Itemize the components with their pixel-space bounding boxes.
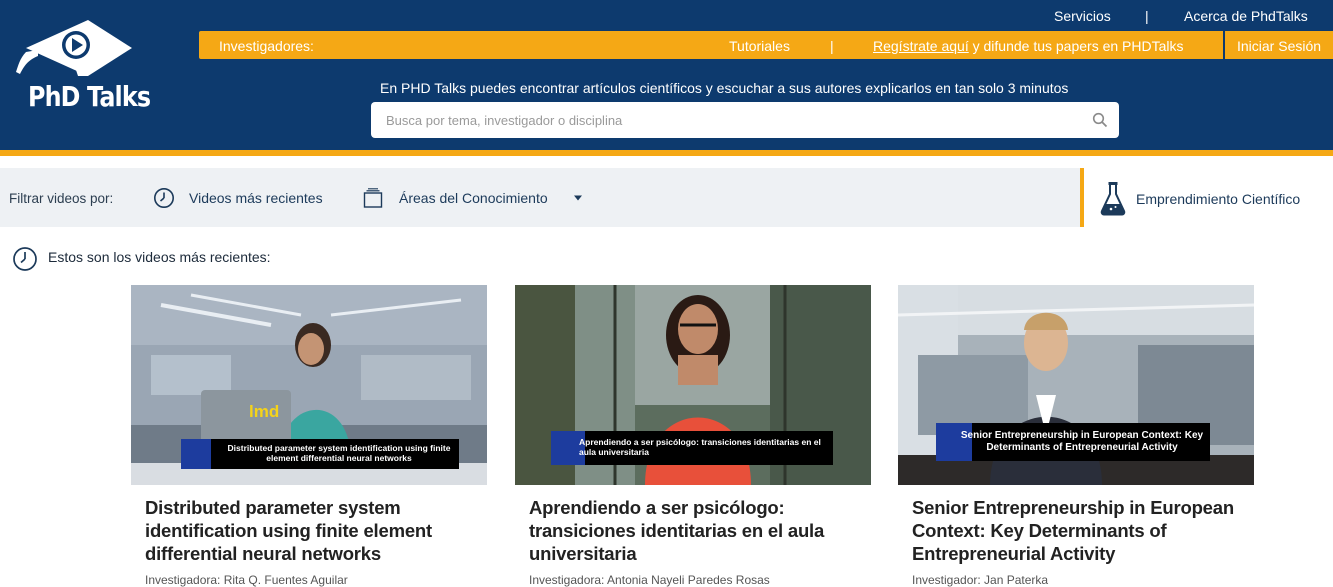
register-rest: y difunde tus papers en PHDTalks bbox=[968, 38, 1184, 54]
researchers-label: Investigadores: bbox=[219, 38, 314, 54]
search-input[interactable] bbox=[371, 102, 1071, 138]
filter-entrepreneurship-label[interactable]: Emprendimiento Científico bbox=[1136, 191, 1300, 207]
video-title[interactable]: Distributed parameter system identificat… bbox=[145, 496, 475, 565]
video-author: Investigadora: Rita Q. Fuentes Aguilar bbox=[145, 573, 348, 587]
play-logo-icon bbox=[16, 20, 132, 76]
servicios-link[interactable]: Servicios bbox=[1054, 8, 1111, 24]
thumbnail-caption-text: Aprendiendo a ser psicólogo: transicione… bbox=[579, 437, 821, 457]
tutoriales-link[interactable]: Tutoriales bbox=[729, 38, 790, 54]
filter-recent-videos[interactable]: Videos más recientes bbox=[189, 190, 323, 206]
clock-icon bbox=[154, 188, 174, 208]
video-author: Investigador: Jan Paterka bbox=[912, 573, 1049, 587]
filter-label: Filtrar videos por: bbox=[9, 191, 114, 206]
acerca-link[interactable]: Acerca de PhdTalks bbox=[1184, 8, 1308, 24]
brand-name[interactable]: PhD Talks bbox=[28, 80, 151, 113]
thumbnail-caption-text: Senior Entrepreneurship in European Cont… bbox=[960, 430, 1204, 453]
register-link[interactable]: Regístrate aquí bbox=[873, 38, 969, 54]
video-thumbnail[interactable]: lmd Distributed parameter system identif… bbox=[131, 285, 487, 485]
video-thumbnail[interactable]: Senior Entrepreneurship in European Cont… bbox=[898, 285, 1254, 485]
search-box bbox=[371, 102, 1119, 138]
video-title[interactable]: Aprendiendo a ser psicólogo: transicione… bbox=[529, 496, 859, 565]
thumbnail-brand-text: lmd bbox=[249, 402, 279, 421]
thumbnail-caption: Aprendiendo a ser psicólogo: transicione… bbox=[551, 431, 833, 465]
video-card[interactable]: lmd Distributed parameter system identif… bbox=[131, 285, 487, 587]
caret-down-icon[interactable] bbox=[573, 195, 583, 201]
video-card[interactable]: Aprendiendo a ser psicólogo: transicione… bbox=[515, 285, 871, 587]
filter-knowledge-areas[interactable]: Áreas del Conocimiento bbox=[399, 190, 548, 206]
login-button-label[interactable]: Iniciar Sesión bbox=[1237, 38, 1321, 54]
top-links-separator: | bbox=[1145, 8, 1149, 24]
video-card[interactable]: Senior Entrepreneurship in European Cont… bbox=[898, 285, 1254, 587]
orange-bar-separator: | bbox=[830, 38, 834, 54]
video-author: Investigadora: Antonia Nayeli Paredes Ro… bbox=[529, 573, 770, 587]
header-accent-bar bbox=[0, 150, 1333, 156]
thumbnail-caption: Senior Entrepreneurship in European Cont… bbox=[936, 423, 1210, 461]
thumbnail-caption: Distributed parameter system identificat… bbox=[181, 439, 459, 469]
section-title: Estos son los videos más recientes: bbox=[48, 249, 271, 265]
register-text: Regístrate aquí y difunde tus papers en … bbox=[873, 38, 1184, 54]
video-thumbnail[interactable]: Aprendiendo a ser psicólogo: transicione… bbox=[515, 285, 871, 485]
clock-icon bbox=[13, 247, 37, 271]
video-title[interactable]: Senior Entrepreneurship in European Cont… bbox=[912, 496, 1242, 565]
search-icon[interactable] bbox=[1092, 112, 1108, 128]
folder-icon bbox=[363, 188, 383, 208]
thumbnail-caption-text: Distributed parameter system identificat… bbox=[227, 443, 451, 463]
site-tagline: En PHD Talks puedes encontrar artículos … bbox=[380, 80, 1069, 96]
flask-icon bbox=[1100, 182, 1126, 216]
